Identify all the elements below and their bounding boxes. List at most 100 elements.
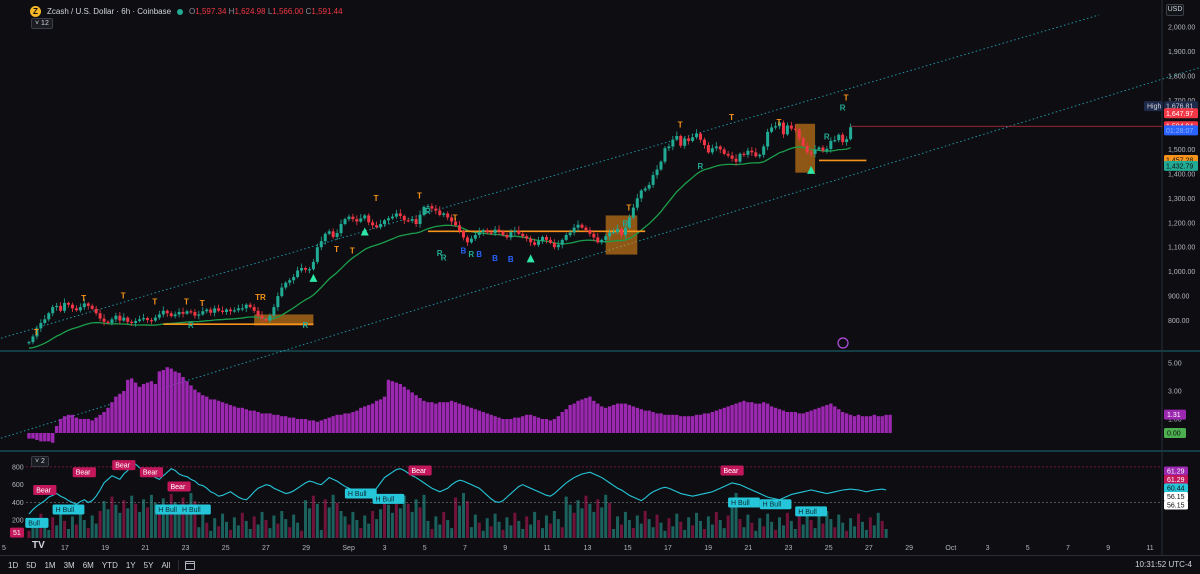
volume-bar bbox=[35, 433, 39, 440]
signal-label: R bbox=[824, 133, 830, 142]
candle-body bbox=[691, 137, 695, 141]
oscillator-histogram-bar bbox=[426, 520, 430, 538]
volume-bar bbox=[746, 402, 750, 433]
bear-divergence-label: Bear bbox=[171, 484, 186, 491]
volume-bar bbox=[378, 399, 383, 433]
utc-clock[interactable]: 10:31:52 UTC-4 bbox=[1135, 560, 1192, 569]
currency-button[interactable]: USD bbox=[1166, 4, 1184, 16]
candle-body bbox=[714, 146, 718, 149]
volume-bar bbox=[323, 419, 327, 433]
candle-body bbox=[655, 169, 659, 176]
oscillator-histogram-bar bbox=[837, 514, 841, 538]
timeframe-1d[interactable]: 1D bbox=[4, 561, 22, 570]
oscillator-histogram-bar bbox=[375, 519, 379, 538]
volume-bar bbox=[686, 416, 691, 433]
oscillator-histogram-bar bbox=[59, 512, 63, 538]
volume-bar bbox=[430, 402, 434, 433]
candle-body bbox=[687, 138, 691, 141]
oscillator-histogram-bar bbox=[442, 511, 446, 538]
timeframe-6m[interactable]: 6M bbox=[79, 561, 98, 570]
volume-bar bbox=[540, 419, 545, 433]
volume-bar bbox=[781, 410, 786, 433]
oscillator-histogram-bar bbox=[300, 530, 304, 538]
oscillator-histogram-bar bbox=[517, 520, 521, 538]
candle-body bbox=[134, 321, 138, 323]
candle-body bbox=[596, 237, 600, 243]
volume-bar bbox=[228, 405, 233, 433]
chart-root[interactable]: 800.00 900.00 1,000.00 1,100.00 1,200.00 1,30… bbox=[0, 0, 1200, 574]
oscillator-histogram-bar bbox=[343, 516, 347, 538]
oscillator-histogram-bar bbox=[770, 521, 774, 538]
volume-bar bbox=[327, 417, 331, 433]
oscillator-histogram-bar bbox=[213, 518, 217, 538]
time-axis-tick: 9 bbox=[1106, 545, 1110, 552]
volume-bar bbox=[627, 405, 632, 433]
volume-bar bbox=[564, 409, 568, 433]
volume-bar bbox=[532, 416, 537, 433]
oscillator-histogram-bar bbox=[473, 514, 477, 538]
candle-body bbox=[86, 303, 90, 306]
volume-bar bbox=[592, 400, 596, 433]
candle-body bbox=[209, 309, 213, 313]
candle-body bbox=[754, 152, 758, 157]
volume-bar bbox=[872, 414, 876, 433]
timeframe-1y[interactable]: 1Y bbox=[122, 561, 140, 570]
calendar-icon[interactable] bbox=[185, 560, 196, 570]
oscillator-histogram-bar bbox=[157, 511, 161, 538]
timeframe-5y[interactable]: 5Y bbox=[140, 561, 158, 570]
volume-bar bbox=[141, 384, 146, 433]
symbol-title[interactable]: Zcash / U.S. Dollar · 6h · Coinbase bbox=[47, 7, 171, 16]
signal-label: T bbox=[453, 213, 458, 222]
candle-body bbox=[114, 315, 118, 320]
oscillator-histogram-bar bbox=[90, 515, 94, 538]
candle-body bbox=[130, 321, 134, 323]
toolbar-divider bbox=[178, 560, 180, 570]
timeframe-5d[interactable]: 5D bbox=[22, 561, 40, 570]
oscillator-histogram-bar bbox=[671, 526, 675, 538]
timeframe-all[interactable]: All bbox=[157, 561, 174, 570]
oscillator-histogram-bar bbox=[683, 529, 687, 538]
candle-body bbox=[620, 228, 623, 235]
volume-bar bbox=[453, 402, 458, 433]
price-axis-tick: 1,000.00 bbox=[1168, 269, 1195, 276]
time-axis-tick: 21 bbox=[141, 545, 149, 552]
indicator-collapse-button[interactable]: ˅ 12 bbox=[31, 18, 53, 29]
oscillator-histogram-bar bbox=[572, 512, 576, 538]
chart-canvas[interactable]: 800.00 900.00 1,000.00 1,100.00 1,200.00 1,30… bbox=[0, 0, 1200, 574]
candle-body bbox=[608, 232, 612, 237]
candle-body bbox=[102, 318, 106, 322]
candle-body bbox=[106, 321, 110, 323]
candle-body bbox=[667, 146, 671, 149]
candle-body bbox=[434, 208, 438, 211]
volume-bar bbox=[667, 414, 671, 433]
oscillator-histogram-bar bbox=[568, 504, 572, 538]
oscillator-histogram-bar bbox=[118, 512, 122, 538]
timeframe-3m[interactable]: 3M bbox=[60, 561, 79, 570]
candle-body bbox=[671, 139, 675, 147]
volume-bar bbox=[884, 414, 888, 433]
timeframe-ytd[interactable]: YTD bbox=[98, 561, 122, 570]
candle-body bbox=[288, 280, 292, 283]
ohlc-value-c: 1,591.44 bbox=[311, 7, 343, 16]
oscillator-collapse-button[interactable]: ˅ 2 bbox=[31, 456, 49, 467]
candle-body bbox=[695, 133, 699, 138]
candle-body bbox=[770, 127, 774, 132]
oscillator-histogram-bar bbox=[857, 513, 860, 538]
price-label: 1,432.79 bbox=[1166, 163, 1193, 170]
oscillator-histogram-bar bbox=[272, 515, 276, 538]
volume-bar bbox=[181, 377, 185, 433]
oscillator-histogram-bar bbox=[288, 527, 292, 538]
oscillator-histogram-bar bbox=[864, 529, 868, 538]
timeframe-1m[interactable]: 1M bbox=[40, 561, 59, 570]
oscillator-histogram-bar bbox=[181, 497, 185, 538]
time-axis-tick: 29 bbox=[302, 545, 310, 552]
volume-bar bbox=[651, 412, 655, 433]
volume-bar bbox=[742, 400, 746, 433]
candle-body bbox=[418, 214, 422, 224]
volume-bar bbox=[106, 407, 110, 433]
oscillator-histogram-bar bbox=[398, 508, 402, 538]
oscillator-histogram-bar bbox=[351, 511, 355, 538]
volume-bar bbox=[825, 405, 829, 433]
oscillator-histogram-bar bbox=[564, 496, 568, 538]
price-axis-tick: 1,400.00 bbox=[1168, 171, 1195, 178]
